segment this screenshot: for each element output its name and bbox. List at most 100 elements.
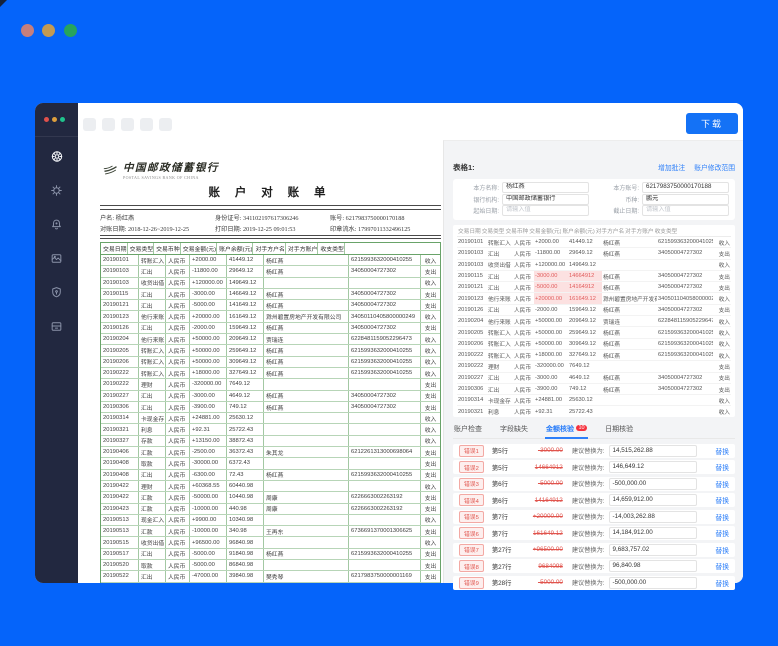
cell-counterparty-account: 34050004727302 (658, 386, 703, 392)
replace-link[interactable]: 替换 (715, 479, 729, 489)
transaction-row[interactable]: 20190314 卡现金存 人民币 +24881.00 25630.12 收入 (457, 395, 731, 407)
transaction-row[interactable]: 20190222 转账汇入 人民币 +18000.00 327649.12 杨红… (457, 350, 731, 362)
cell-counterparty-name: 杨红燕 (264, 548, 349, 560)
replace-link[interactable]: 替换 (715, 462, 729, 472)
suggest-label: 建议替换为: (571, 464, 605, 472)
suggestion-input[interactable]: -500,000.00 (608, 576, 697, 589)
toolbar-button-4[interactable] (140, 118, 153, 131)
suggestion-input[interactable]: 146,649.12 (608, 461, 697, 474)
suggestion-input[interactable]: -14,003,262.88 (608, 510, 697, 523)
shield-icon[interactable] (50, 285, 64, 299)
gear-icon[interactable] (50, 183, 64, 197)
transaction-row[interactable]: 20190123 他行来账 人民币 +20000.00 161649.12 滁州… (457, 293, 731, 305)
cell-currency: 人民币 (514, 319, 532, 326)
error-badge: 错误5 (459, 510, 484, 523)
helm-home-icon[interactable] (50, 149, 64, 163)
download-button[interactable]: 下载 (686, 113, 738, 134)
close-button[interactable] (21, 24, 34, 37)
transaction-row[interactable]: 20190321 利息 人民币 +92.31 25722.43 收入 (457, 406, 731, 417)
suggestion-input[interactable]: -500,000.00 (608, 477, 697, 490)
suggestion-input[interactable]: 9,683,757.02 (608, 543, 697, 556)
replace-link[interactable]: 替换 (715, 578, 729, 588)
error-row: 错误7 第27行 +96500.00 建议替换为: 9,683,757.02 替… (453, 542, 735, 557)
transaction-row[interactable]: 20190115 汇出 人民币 -3000.00 14664912 杨红燕 34… (457, 270, 731, 283)
cell-counterparty-account: 6215993632000410255 (658, 329, 713, 336)
account-edit-scope-link[interactable]: 账户修改范围 (694, 162, 735, 172)
cell-balance: 6372.43 (227, 458, 264, 469)
error-badge: 错误8 (459, 560, 484, 573)
transaction-row[interactable]: 20190121 汇出 人民币 -5000.00 14164912 杨红燕 34… (457, 282, 731, 294)
cell-currency: 人民币 (166, 424, 190, 435)
cell-counterparty-account: 6215993632000410255 (349, 356, 421, 367)
field-input[interactable]: 请输入值 (502, 205, 589, 217)
cell-type: 汇款 (139, 447, 166, 458)
field-input[interactable]: 杨红燕 (502, 182, 589, 194)
cell-counterparty-account (349, 458, 421, 469)
statement-period: 2018-12-26~2019-12-25 (128, 225, 190, 233)
cell-direction: 支出 (424, 574, 437, 581)
cell-balance: 38872.43 (227, 435, 264, 447)
statement-scan[interactable]: 中国邮政储蓄银行 POSTAL SAVINGS BANK OF CHINA 账 … (78, 140, 443, 583)
verification-tab[interactable]: 日期核验 (604, 422, 634, 438)
transaction-row[interactable]: 20190204 他行来账 人民币 +50000.00 209649.12 贾瑞… (457, 316, 731, 328)
transaction-row[interactable]: 20190306 汇出 人民币 -3900.00 749.12 杨红燕 3405… (457, 384, 731, 396)
fullscreen-icon[interactable] (60, 117, 65, 122)
transaction-row[interactable]: 20190126 汇出 人民币 -2000.00 159649.12 杨红燕 3… (457, 305, 731, 317)
toolbar-button-5[interactable] (159, 118, 172, 131)
transaction-row[interactable]: 20190222 理财 人民币 -320000.00 7649.12 支出 (457, 361, 731, 373)
statement-row: 20190314 卡现金存 人民币 +24881.00 25630.12 收入 (101, 413, 440, 425)
cell-counterparty-account: 34050004727302 (658, 374, 703, 381)
database-icon[interactable] (50, 319, 64, 333)
error-old-value: 9684098 (538, 562, 563, 570)
cell-date: 20190206 (458, 340, 484, 347)
cell-type: 他行来账 (139, 311, 166, 322)
suggestion-input[interactable]: 14,659,912.00 (608, 494, 697, 507)
cell-type: 汇款 (139, 526, 166, 537)
verification-tab[interactable]: 金额核验 10 (545, 422, 589, 439)
transaction-row[interactable]: 20190103 汇出 人民币 -11800.00 29649.12 杨红燕 3… (457, 248, 731, 260)
suggestion-input[interactable]: 14,184,912.00 (608, 527, 697, 540)
field-input[interactable]: 请输入值 (642, 205, 729, 217)
toolbar-button-2[interactable] (102, 118, 115, 131)
cell-type: 收贷出借 (139, 537, 166, 548)
transaction-row[interactable]: 20190103 收贷出借 人民币 +120000.00 149649.12 收… (457, 260, 731, 271)
cell-balance: 159649.12 (569, 306, 596, 313)
fullscreen-button[interactable] (64, 24, 77, 37)
cell-balance: 327649.12 (227, 367, 264, 379)
replace-link[interactable]: 替换 (715, 512, 729, 522)
add-annotation-link[interactable]: 增加批注 (658, 162, 685, 172)
replace-link[interactable]: 替换 (715, 446, 729, 456)
replace-link[interactable]: 替换 (715, 561, 729, 571)
cell-currency: 人民币 (166, 503, 190, 514)
transaction-row[interactable]: 20190227 汇出 人民币 -3000.00 4649.12 杨红燕 340… (457, 373, 731, 384)
verification-tab[interactable]: 字段缺失 (499, 422, 529, 438)
minimize-button[interactable] (42, 24, 55, 37)
suggest-label: 建议替换为: (571, 547, 605, 555)
transaction-row[interactable]: 20190206 转账汇入 人民币 +50000.00 309649.12 杨红… (457, 339, 731, 350)
field-input[interactable]: 鹏元 (642, 193, 729, 205)
field-input[interactable]: 中国邮政储蓄银行 (502, 193, 589, 205)
cell-direction: 支出 (718, 251, 730, 258)
image-card-icon[interactable] (50, 251, 64, 265)
cell-type: 转账汇入 (488, 331, 511, 338)
cell-counterparty-name: 杨红燕 (264, 367, 349, 379)
close-icon[interactable] (44, 117, 49, 122)
toolbar-button-1[interactable] (83, 118, 96, 131)
statement-info: 户名: 杨红燕 身份证号: 341102197617306246 账号: 621… (100, 214, 411, 233)
minimize-icon[interactable] (52, 117, 57, 122)
toolbar-button-3[interactable] (121, 118, 134, 131)
review-panel: 表格1: 增加批注 账户修改范围 本方名称: 杨红燕 本方账号: 6217983… (443, 140, 743, 590)
replace-link[interactable]: 替换 (715, 528, 729, 538)
cell-counterparty-name (602, 361, 657, 371)
transaction-row[interactable]: 20190205 转账汇入 人民币 +50000.00 259649.12 杨红… (457, 327, 731, 339)
verification-tab[interactable]: 账户检查 (453, 422, 483, 438)
bell-icon[interactable] (50, 217, 64, 231)
replace-link[interactable]: 替换 (715, 545, 729, 555)
suggestion-input[interactable]: 14,515,262.88 (608, 444, 697, 457)
id-number: 341102197617306246 (243, 214, 299, 222)
replace-link[interactable]: 替换 (715, 495, 729, 505)
field-input[interactable]: 6217983750000170188 (642, 182, 729, 194)
field-label: 银行机构: (473, 197, 499, 204)
suggestion-input[interactable]: 96,840.98 (608, 560, 697, 573)
transaction-row[interactable]: 20190101 转账汇入 人民币 +2000.00 41449.12 杨红燕 … (457, 237, 731, 249)
